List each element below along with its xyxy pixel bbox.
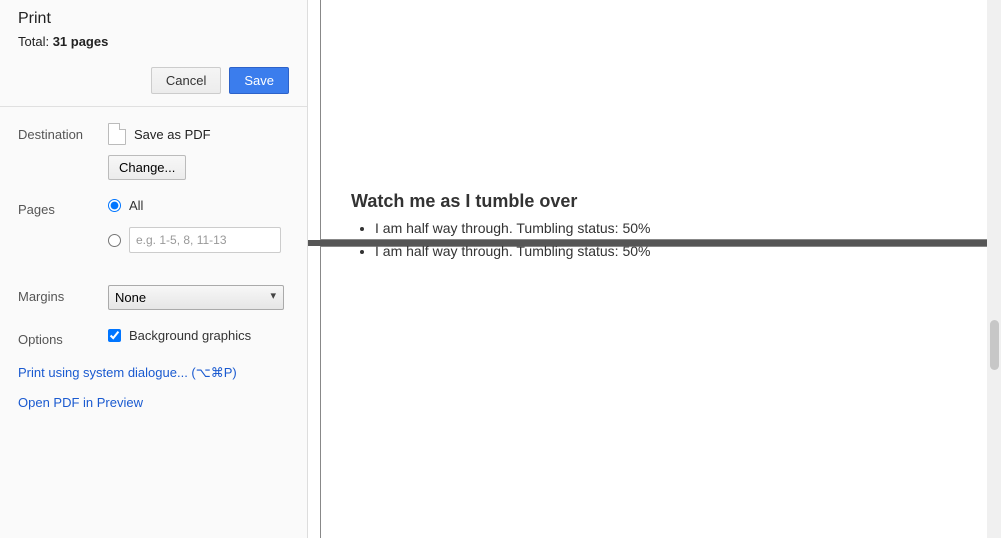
- open-preview-link[interactable]: Open PDF in Preview: [18, 395, 289, 410]
- system-dialogue-link[interactable]: Print using system dialogue... (⌥⌘P): [18, 365, 289, 381]
- pages-range-input[interactable]: [129, 227, 281, 253]
- margins-select[interactable]: None: [108, 285, 284, 310]
- sidebar-header: Print Total: 31 pages Cancel Save: [0, 0, 307, 107]
- settings-panel: Destination Save as PDF Change... Pages …: [0, 107, 307, 440]
- preview-page-upper: Watch me as I tumble over I am half way …: [320, 0, 989, 240]
- preview-page-lower: I am half way through. Tumbling status: …: [320, 246, 989, 538]
- pages-all-label: All: [129, 198, 143, 213]
- scrollbar-thumb[interactable]: [990, 320, 999, 370]
- options-row: Options Background graphics: [18, 328, 289, 347]
- pages-range-radio[interactable]: [108, 234, 121, 247]
- change-destination-button[interactable]: Change...: [108, 155, 186, 180]
- pages-all-radio[interactable]: [108, 199, 121, 212]
- print-preview: Watch me as I tumble over I am half way …: [308, 0, 1001, 538]
- total-pages: Total: 31 pages: [18, 34, 289, 49]
- action-buttons: Cancel Save: [18, 67, 289, 94]
- pages-row: Pages All: [18, 198, 289, 267]
- background-graphics-checkbox[interactable]: [108, 329, 121, 342]
- preview-list-item: I am half way through. Tumbling status: …: [375, 243, 958, 260]
- margins-label: Margins: [18, 285, 108, 304]
- dialog-title: Print: [18, 10, 289, 28]
- pdf-file-icon: [108, 123, 126, 145]
- background-graphics-label: Background graphics: [129, 328, 251, 343]
- cancel-button[interactable]: Cancel: [151, 67, 221, 94]
- options-label: Options: [18, 328, 108, 347]
- save-button[interactable]: Save: [229, 67, 289, 94]
- margins-row: Margins None: [18, 285, 289, 310]
- print-sidebar: Print Total: 31 pages Cancel Save Destin…: [0, 0, 308, 538]
- preview-heading: Watch me as I tumble over: [351, 191, 958, 212]
- preview-list-item: I am half way through. Tumbling status: …: [375, 220, 958, 237]
- destination-label: Destination: [18, 123, 108, 142]
- destination-row: Destination Save as PDF Change...: [18, 123, 289, 180]
- preview-scrollbar[interactable]: [987, 0, 1001, 538]
- pages-label: Pages: [18, 198, 108, 217]
- destination-value: Save as PDF: [134, 127, 211, 142]
